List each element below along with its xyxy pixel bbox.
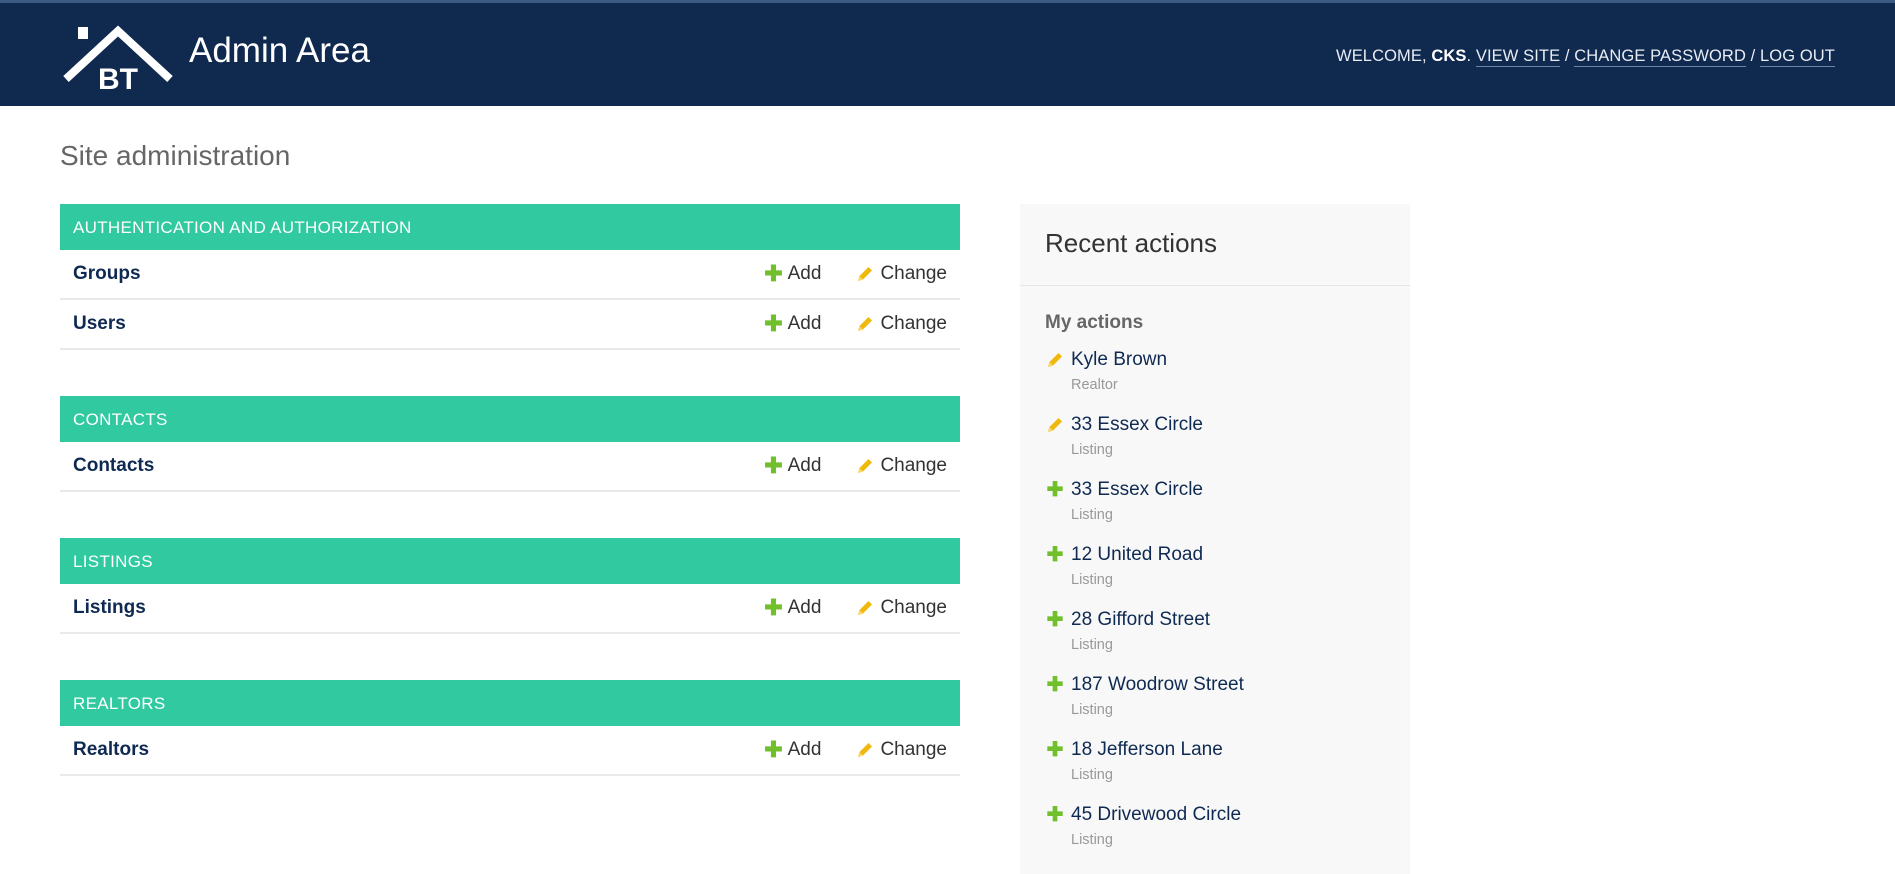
header: BT Admin Area WELCOME, CKS. VIEW SITE / … — [0, 0, 1895, 106]
model-link[interactable]: Realtors — [73, 739, 730, 761]
separator: . — [1466, 47, 1476, 65]
my-actions-heading: My actions — [1045, 312, 1144, 333]
recent-action-item: ✚ 18 Jefferson Lane Listing — [1020, 738, 1410, 803]
svg-text:BT: BT — [98, 63, 138, 91]
model-row: Users ✚ Add Change — [60, 300, 960, 350]
model-link[interactable]: Groups — [73, 263, 730, 285]
add-button[interactable]: ✚ Add — [764, 313, 821, 335]
add-button[interactable]: ✚ Add — [764, 455, 821, 477]
recent-action-item: 33 Essex Circle Listing — [1020, 413, 1410, 478]
change-label: Change — [880, 455, 947, 476]
change-button[interactable]: Change — [855, 455, 947, 477]
recent-action-link[interactable]: 12 United Road — [1071, 543, 1385, 566]
recent-action-link[interactable]: 18 Jefferson Lane — [1071, 738, 1385, 761]
recent-action-item: ✚ 33 Essex Circle Listing — [1020, 478, 1410, 543]
plus-icon: ✚ — [764, 261, 783, 286]
plus-icon: ✚ — [1046, 609, 1064, 631]
module-caption[interactable]: LISTINGS — [60, 538, 960, 584]
model-row: Realtors ✚ Add Change — [60, 726, 960, 776]
model-link[interactable]: Users — [73, 313, 730, 335]
add-label: Add — [787, 597, 822, 618]
change-button[interactable]: Change — [855, 263, 947, 285]
model-row: Groups ✚ Add Change — [60, 250, 960, 300]
username: CKS — [1431, 47, 1467, 65]
plus-icon: ✚ — [764, 453, 783, 478]
recent-action-link[interactable]: 33 Essex Circle — [1071, 478, 1385, 501]
plus-icon: ✚ — [1046, 804, 1064, 826]
recent-action-link[interactable]: 45 Drivewood Circle — [1071, 803, 1385, 826]
plus-icon: ✚ — [1046, 739, 1064, 761]
recent-action-link[interactable]: 28 Gifford Street — [1071, 608, 1385, 631]
recent-action-type: Listing — [1071, 702, 1113, 718]
module-caption[interactable]: AUTHENTICATION AND AUTHORIZATION — [60, 204, 960, 250]
recent-action-type: Realtor — [1071, 377, 1118, 393]
recent-action-type: Listing — [1071, 442, 1113, 458]
user-tools: WELCOME, CKS. VIEW SITE / CHANGE PASSWOR… — [1336, 47, 1835, 67]
change-button[interactable]: Change — [855, 739, 947, 761]
add-label: Add — [787, 455, 822, 476]
plus-icon: ✚ — [1046, 479, 1064, 501]
recent-action-item: ✚ 45 Drivewood Circle Listing — [1020, 803, 1410, 868]
recent-actions-panel: Recent actions My actions Kyle Brown Rea… — [1020, 204, 1410, 874]
recent-action-item: Kyle Brown Realtor — [1020, 348, 1410, 413]
add-button[interactable]: ✚ Add — [764, 263, 821, 285]
recent-action-link[interactable]: 187 Woodrow Street — [1071, 673, 1385, 696]
recent-action-item: ✚ 12 United Road Listing — [1020, 543, 1410, 608]
recent-action-type: Listing — [1071, 507, 1113, 523]
pencil-icon — [855, 264, 875, 284]
app-list: AUTHENTICATION AND AUTHORIZATION Groups … — [60, 204, 960, 822]
recent-action-item: ✚ 28 Gifford Street Listing — [1020, 608, 1410, 673]
model-link[interactable]: Contacts — [73, 455, 730, 477]
change-password-link[interactable]: CHANGE PASSWORD — [1574, 47, 1746, 67]
pencil-icon — [1045, 415, 1065, 435]
add-button[interactable]: ✚ Add — [764, 597, 821, 619]
add-label: Add — [787, 313, 822, 334]
change-button[interactable]: Change — [855, 597, 947, 619]
separator: / — [1560, 47, 1575, 65]
logo-icon[interactable]: BT — [62, 21, 174, 91]
welcome-text: WELCOME, — [1336, 47, 1432, 65]
site-brand[interactable]: Admin Area — [189, 31, 370, 71]
module-authentication-and-authorization: AUTHENTICATION AND AUTHORIZATION Groups … — [60, 204, 960, 350]
module-caption[interactable]: CONTACTS — [60, 396, 960, 442]
plus-icon: ✚ — [764, 737, 783, 762]
recent-action-type: Listing — [1071, 637, 1113, 653]
recent-action-type: Listing — [1071, 767, 1113, 783]
model-row: Listings ✚ Add Change — [60, 584, 960, 634]
plus-icon: ✚ — [1046, 544, 1064, 566]
page-title: Site administration — [60, 140, 291, 171]
change-label: Change — [880, 313, 947, 334]
plus-icon: ✚ — [764, 311, 783, 336]
pencil-icon — [1045, 350, 1065, 370]
separator: / — [1745, 47, 1761, 65]
module-listings: LISTINGS Listings ✚ Add Change — [60, 538, 960, 634]
recent-action-type: Listing — [1071, 832, 1113, 848]
recent-action-type: Listing — [1071, 572, 1113, 588]
recent-action-link[interactable]: 33 Essex Circle — [1071, 413, 1385, 436]
add-label: Add — [787, 263, 822, 284]
model-link[interactable]: Listings — [73, 597, 730, 619]
module-contacts: CONTACTS Contacts ✚ Add Change — [60, 396, 960, 492]
change-button[interactable]: Change — [855, 313, 947, 335]
plus-icon: ✚ — [764, 595, 783, 620]
recent-action-link[interactable]: Kyle Brown — [1071, 348, 1385, 371]
pencil-icon — [855, 740, 875, 760]
recent-actions-title: Recent actions — [1020, 204, 1410, 286]
log-out-link[interactable]: LOG OUT — [1760, 47, 1835, 67]
plus-icon: ✚ — [1046, 674, 1064, 696]
pencil-icon — [855, 314, 875, 334]
recent-actions-list: Kyle Brown Realtor 33 Essex Circle Listi… — [1020, 348, 1410, 868]
view-site-link[interactable]: VIEW SITE — [1475, 47, 1561, 67]
add-button[interactable]: ✚ Add — [764, 739, 821, 761]
pencil-icon — [855, 598, 875, 618]
module-realtors: REALTORS Realtors ✚ Add Change — [60, 680, 960, 776]
recent-action-item: ✚ 187 Woodrow Street Listing — [1020, 673, 1410, 738]
change-label: Change — [880, 597, 947, 618]
module-caption[interactable]: REALTORS — [60, 680, 960, 726]
change-label: Change — [880, 739, 947, 760]
pencil-icon — [855, 456, 875, 476]
add-label: Add — [787, 739, 822, 760]
model-row: Contacts ✚ Add Change — [60, 442, 960, 492]
change-label: Change — [880, 263, 947, 284]
